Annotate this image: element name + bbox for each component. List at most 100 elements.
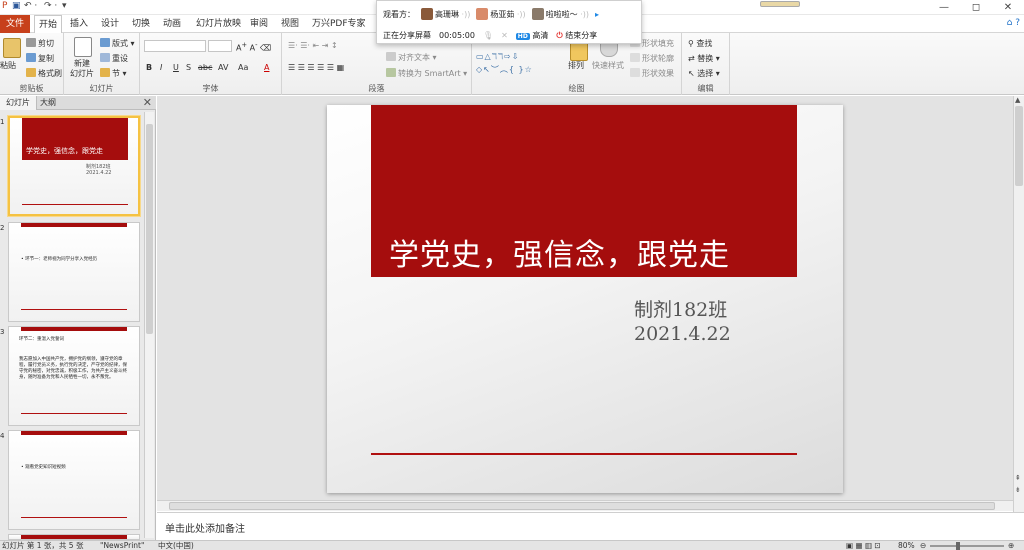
thumbnail-scrollbar[interactable]	[144, 112, 154, 538]
underline-button[interactable]: U	[173, 63, 179, 72]
scroll-up-icon[interactable]: ▲	[1015, 96, 1020, 104]
find-button[interactable]: ⚲ 查找	[688, 38, 712, 49]
font-family-combo[interactable]	[144, 40, 206, 52]
section-button[interactable]: 节 ▾	[100, 68, 127, 79]
viewer-item[interactable]: 杨亚茹 ·))	[476, 8, 526, 20]
audio-icon: ·))	[461, 10, 471, 19]
close-icon[interactable]: ✕	[143, 96, 152, 110]
quick-styles-button[interactable]: 快速样式	[592, 60, 624, 71]
font-color-button[interactable]: A	[264, 63, 269, 72]
tab-pdf-expert[interactable]: 万兴PDF专家	[308, 15, 370, 33]
copy-icon	[26, 53, 36, 62]
maximize-button[interactable]: ◻	[960, 0, 992, 15]
font-grow-icon[interactable]: A+ A- ⌫	[236, 41, 271, 53]
save-icon[interactable]: ▣	[12, 1, 21, 11]
window-grip[interactable]	[760, 1, 800, 7]
viewer-item[interactable]: 啦啦啦～ ·))	[531, 8, 589, 20]
horizontal-scrollbar[interactable]	[157, 500, 1013, 511]
reset-icon	[100, 53, 110, 62]
section-icon	[100, 68, 110, 77]
slide-subtitle-line2[interactable]: 2021.4.22	[634, 323, 731, 345]
customize-qa-icon[interactable]: ▾	[62, 1, 67, 11]
slide-thumbnail-1[interactable]: 学党史，强信念，跟党走 制剂182班 2021.4.22	[8, 116, 140, 216]
new-slide-icon[interactable]	[74, 37, 92, 57]
slide-thumbnail-3[interactable]: 环节二：重温入党誓词 我志愿加入中国共产党，拥护党的纲领，遵守党的章程，履行党员…	[8, 326, 140, 426]
shape-effects-button[interactable]: 形状效果	[630, 68, 674, 79]
thumb-text: • 观看党史知识短视频	[21, 465, 66, 470]
smartart-button[interactable]: 转换为 SmartArt ▾	[386, 68, 467, 79]
zoom-knob[interactable]	[956, 542, 960, 550]
reset-button[interactable]: 重设	[100, 53, 128, 64]
char-spacing-button[interactable]: AV	[218, 63, 228, 72]
strikethrough-button[interactable]: abc	[198, 63, 212, 72]
speaker-muted-icon[interactable]: ✕	[501, 31, 508, 40]
mic-muted-icon[interactable]: 🎙	[483, 31, 493, 40]
change-case-button[interactable]: Aa	[238, 63, 248, 72]
undo-icon[interactable]: ↶ ·	[24, 1, 37, 11]
select-button[interactable]: ↖ 选择 ▾	[688, 68, 720, 79]
zoom-slider[interactable]	[930, 542, 1004, 550]
zoom-out-icon[interactable]: ⊖	[920, 541, 926, 550]
viewer-item[interactable]: 高珊琳 ·))	[421, 8, 470, 20]
tab-view[interactable]: 视图	[277, 15, 303, 33]
zoom-level[interactable]: 80%	[898, 541, 915, 550]
scroll-thumb[interactable]	[169, 502, 995, 510]
prev-slide-icon[interactable]: ⇞	[1015, 474, 1021, 482]
redo-icon[interactable]: ↷ ·	[44, 1, 57, 11]
tab-design[interactable]: 设计	[97, 15, 123, 33]
italic-button[interactable]: I	[160, 63, 162, 72]
language[interactable]: 中文(中国)	[158, 541, 194, 550]
tab-animations[interactable]: 动画	[159, 15, 185, 33]
tab-review[interactable]: 审阅	[246, 15, 272, 33]
format-painter-button[interactable]: 格式刷	[26, 68, 62, 79]
tab-transitions[interactable]: 切换	[128, 15, 154, 33]
group-label: 幻灯片	[89, 84, 114, 93]
slide-title[interactable]: 学党史，强信念，跟党走	[389, 230, 730, 274]
paste-button[interactable]: 粘贴	[0, 60, 16, 71]
hd-toggle[interactable]: HD 高清	[515, 30, 548, 41]
new-slide-button[interactable]: 新建 幻灯片	[70, 59, 94, 79]
slide-thumbnail-4[interactable]: • 观看党史知识短视频	[8, 430, 140, 530]
slide-thumbnail-2[interactable]: • 环节一：老师视为同学分享入党经历	[8, 222, 140, 322]
close-button[interactable]: ✕	[992, 0, 1024, 15]
current-slide[interactable]: 学党史，强信念，跟党走 制剂182班 2021.4.22	[327, 105, 843, 493]
tab-outline[interactable]: 大纲	[34, 96, 62, 110]
replace-button[interactable]: ⇄ 替换 ▾	[688, 53, 720, 64]
next-slide-icon[interactable]: ⇟	[1015, 486, 1021, 494]
notes-pane[interactable]: 单击此处添加备注	[157, 512, 1024, 540]
view-buttons-icon[interactable]: ▣ ▦ ▥ ⊡	[846, 541, 881, 550]
shapes-gallery-row2-icon[interactable]: ◇↖︶︵{ }☆	[476, 64, 533, 75]
vertical-scrollbar[interactable]: ▲ ⇞ ⇟	[1013, 96, 1024, 514]
scroll-thumb[interactable]	[1015, 106, 1023, 186]
help-icon[interactable]: ⌂ ?	[1007, 18, 1020, 28]
arrange-button[interactable]: 排列	[568, 60, 584, 71]
scroll-thumb[interactable]	[146, 124, 153, 334]
slide-subtitle-line1[interactable]: 制剂182班	[634, 295, 727, 322]
notes-placeholder: 单击此处添加备注	[165, 524, 245, 535]
arrange-icon[interactable]	[570, 41, 588, 61]
minimize-button[interactable]: —	[928, 0, 960, 15]
font-size-combo[interactable]	[208, 40, 232, 52]
shapes-gallery-icon[interactable]: ▭△ℸℸ⇨⇩	[476, 52, 519, 61]
tab-file[interactable]: 文件	[0, 15, 31, 33]
list-buttons-icon[interactable]: ☰· ☰· ⇤ ⇥ ↕	[288, 41, 338, 50]
hd-icon: HD	[515, 32, 530, 40]
cut-button[interactable]: 剪切	[26, 38, 54, 49]
tab-slides[interactable]: 幻灯片	[0, 96, 37, 110]
paste-icon[interactable]	[3, 38, 21, 58]
layout-button[interactable]: 版式 ▾	[100, 38, 135, 49]
shape-outline-button[interactable]: 形状轮廓	[630, 53, 674, 64]
tab-home[interactable]: 开始	[34, 15, 63, 34]
align-text-button[interactable]: 对齐文本 ▾	[386, 52, 437, 63]
tab-slideshow[interactable]: 幻灯片放映	[192, 15, 245, 33]
expand-arrow-icon[interactable]: ▸	[595, 10, 599, 19]
zoom-in-icon[interactable]: ⊕	[1008, 541, 1014, 550]
copy-button[interactable]: 复制	[26, 53, 54, 64]
tab-insert[interactable]: 插入	[66, 15, 92, 33]
end-share-button[interactable]: ⏻ 结束分享	[556, 30, 597, 41]
elapsed-time: 00:05:00	[439, 30, 475, 40]
shadow-button[interactable]: S	[186, 63, 191, 72]
thumb-header-bar	[21, 431, 127, 435]
align-buttons-icon[interactable]: ☰ ☰ ☰ ☰ ☰ ▦	[288, 63, 344, 72]
bold-button[interactable]: B	[146, 63, 152, 72]
